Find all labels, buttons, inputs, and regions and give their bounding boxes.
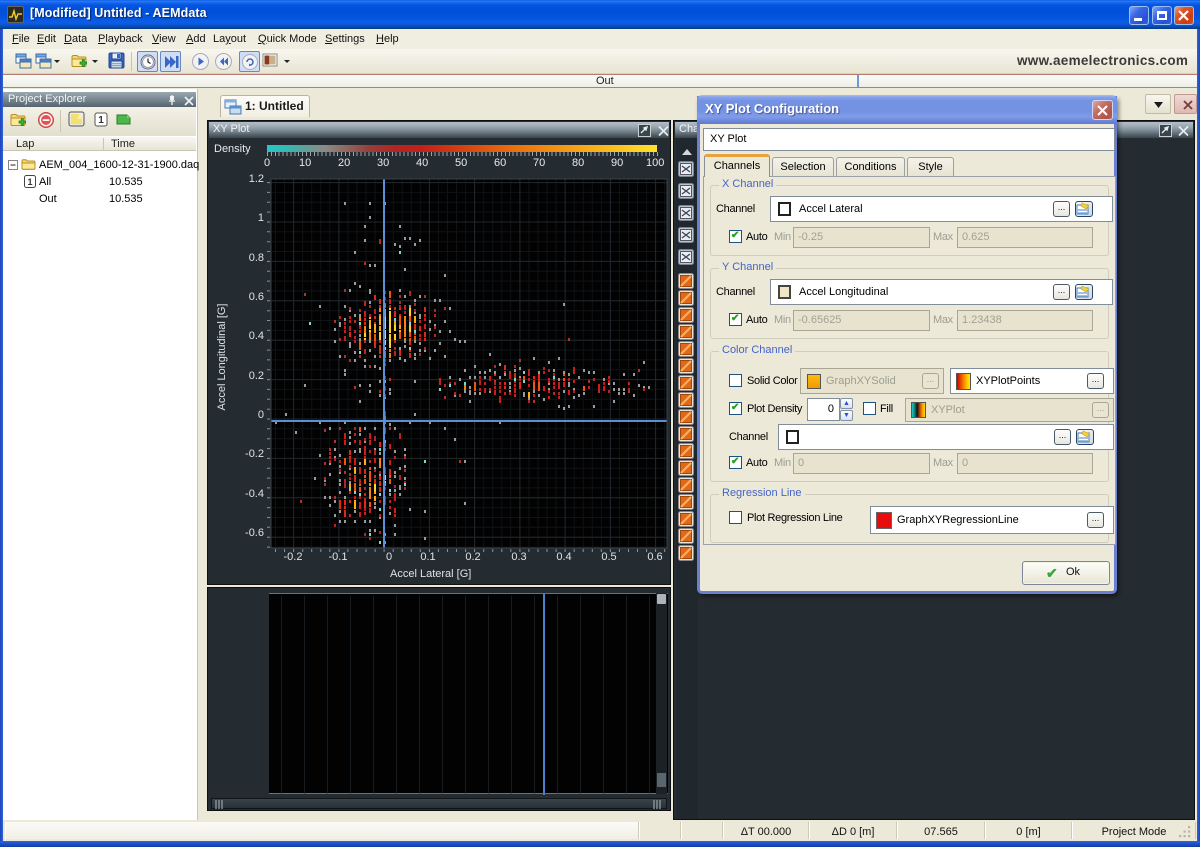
svg-text:1: 1 bbox=[27, 177, 32, 187]
svg-text:1: 1 bbox=[98, 115, 104, 126]
